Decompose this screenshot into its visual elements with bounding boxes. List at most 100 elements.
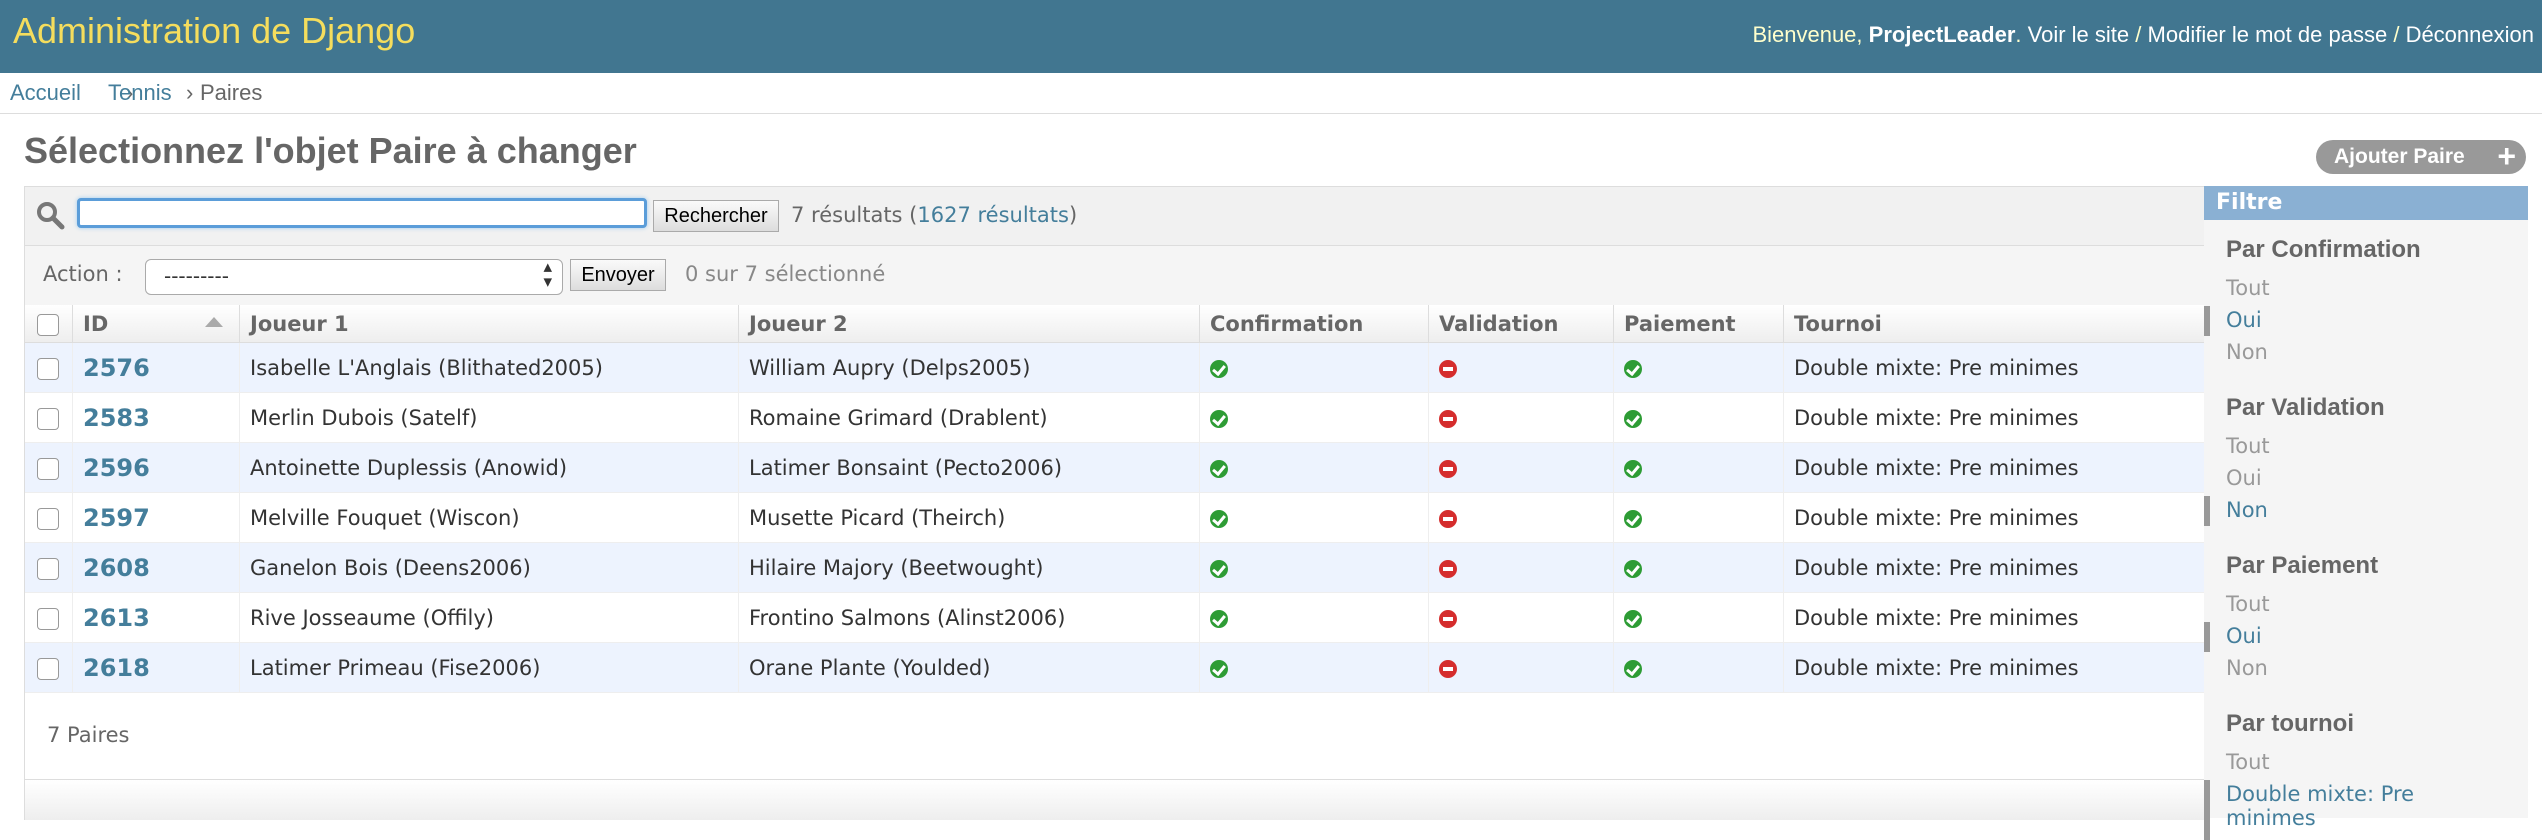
check-circle-icon <box>1210 409 1228 428</box>
validation-cell <box>1428 592 1614 643</box>
add-paire-button[interactable]: Ajouter Paire + <box>2316 138 2526 174</box>
row-checkbox[interactable] <box>37 357 59 380</box>
filter-option[interactable]: Tout <box>2226 750 2270 774</box>
id-cell: 2597 <box>72 492 240 543</box>
view-site-link[interactable]: Voir le site <box>2028 22 2130 47</box>
filter-selected-marker <box>2204 622 2210 652</box>
search-input[interactable] <box>77 198 647 228</box>
action-counter: 0 sur 7 sélectionné <box>685 262 886 286</box>
row-select-cell <box>25 492 73 543</box>
row-id-link[interactable]: 2613 <box>83 604 150 632</box>
site-name[interactable]: Administration de Django <box>13 10 415 52</box>
tournoi-cell: Double mixte: Pre minimes <box>1783 642 2205 693</box>
check-circle-icon <box>1624 509 1642 528</box>
filter-option[interactable]: Oui <box>2226 624 2262 648</box>
filter-option[interactable]: Oui <box>2226 466 2262 490</box>
breadcrumb-app[interactable]: Tennis <box>108 80 172 106</box>
action-select[interactable]: --------- ▴ ▾ <box>145 259 563 295</box>
add-button-label: Ajouter Paire <box>2334 145 2465 168</box>
action-go-button[interactable]: Envoyer <box>570 259 666 291</box>
breadcrumb-home[interactable]: Accueil <box>10 80 81 106</box>
table-row: 2618 Latimer Primeau (Fise2006) Orane Plan… <box>25 642 2205 693</box>
column-header-paiement[interactable]: Paiement <box>1613 305 1784 343</box>
row-select-cell <box>25 342 73 393</box>
check-circle-icon <box>1624 459 1642 478</box>
paginator: 7 Paires <box>47 723 130 747</box>
filter-title: Filtre <box>2204 186 2528 220</box>
joueur2-cell: Hilaire Majory (Beetwought) <box>738 542 1200 593</box>
filter-option[interactable]: Oui <box>2226 308 2262 332</box>
tournoi-cell: Double mixte: Pre minimes <box>1783 542 2205 593</box>
minus-circle-icon <box>1439 559 1457 578</box>
plus-icon: + <box>2497 138 2516 174</box>
filter-option[interactable]: Non <box>2226 656 2268 680</box>
sort-ascending-icon[interactable] <box>205 317 223 327</box>
filter-option[interactable]: Double mixte: Pre minimes <box>2226 782 2456 830</box>
id-cell: 2608 <box>72 542 240 593</box>
table-row: 2608 Ganelon Bois (Deens2006) Hilaire Majo… <box>25 542 2205 593</box>
check-circle-icon <box>1624 359 1642 378</box>
row-select-cell <box>25 642 73 693</box>
column-header-confirmation[interactable]: Confirmation <box>1199 305 1429 343</box>
result-table: ID Joueur 1 Joueur 2 Confirmation Valida… <box>25 305 2205 693</box>
filter-option[interactable]: Non <box>2226 340 2268 364</box>
select-all-checkbox[interactable] <box>37 313 59 336</box>
paiement-cell <box>1613 542 1784 593</box>
check-circle-icon <box>1624 409 1642 428</box>
minus-circle-icon <box>1439 509 1457 528</box>
minus-circle-icon <box>1439 659 1457 678</box>
confirmation-cell <box>1199 492 1429 543</box>
table-header-row: ID Joueur 1 Joueur 2 Confirmation Valida… <box>25 305 2205 343</box>
check-circle-icon <box>1210 509 1228 528</box>
check-circle-icon <box>1624 609 1642 628</box>
joueur2-cell: Musette Picard (Theirch) <box>738 492 1200 543</box>
row-checkbox[interactable] <box>37 407 59 430</box>
row-select-cell <box>25 542 73 593</box>
action-select-value: --------- <box>164 264 229 288</box>
row-checkbox[interactable] <box>37 557 59 580</box>
logout-link[interactable]: Déconnexion <box>2406 22 2534 47</box>
actions-bar: Action : --------- ▴ ▾ Envoyer 0 sur 7 sé… <box>25 246 2205 306</box>
row-id-link[interactable]: 2576 <box>83 354 150 382</box>
breadcrumb-current: Paires <box>200 80 263 105</box>
paiement-cell <box>1613 442 1784 493</box>
row-checkbox[interactable] <box>37 457 59 480</box>
joueur1-cell: Isabelle L'Anglais (Blithated2005) <box>239 342 739 393</box>
check-circle-icon <box>1624 559 1642 578</box>
show-all-link[interactable]: 1627 résultats <box>917 203 1069 227</box>
row-checkbox[interactable] <box>37 657 59 680</box>
column-header-joueur2[interactable]: Joueur 2 <box>738 305 1200 343</box>
search-button[interactable]: Rechercher <box>653 200 779 232</box>
column-header-joueur1[interactable]: Joueur 1 <box>239 305 739 343</box>
filter-option[interactable]: Tout <box>2226 276 2270 300</box>
row-id-link[interactable]: 2608 <box>83 554 150 582</box>
row-id-link[interactable]: 2618 <box>83 654 150 682</box>
filter-group-title: Par Validation <box>2226 394 2385 421</box>
change-password-link[interactable]: Modifier le mot de passe <box>2148 22 2388 47</box>
filter-option[interactable]: Tout <box>2226 434 2270 458</box>
id-cell: 2596 <box>72 442 240 493</box>
row-checkbox[interactable] <box>37 507 59 530</box>
column-header-tournoi[interactable]: Tournoi <box>1783 305 2205 343</box>
table-row: 2597 Melville Fouquet (Wiscon) Musette Pic… <box>25 492 2205 543</box>
tournoi-cell: Double mixte: Pre minimes <box>1783 442 2205 493</box>
row-select-cell <box>25 592 73 643</box>
tournoi-cell: Double mixte: Pre minimes <box>1783 492 2205 543</box>
row-checkbox[interactable] <box>37 607 59 630</box>
filter-group-title: Par Paiement <box>2226 552 2379 579</box>
validation-cell <box>1428 642 1614 693</box>
id-cell: 2576 <box>72 342 240 393</box>
check-circle-icon <box>1210 659 1228 678</box>
row-id-link[interactable]: 2596 <box>83 454 150 482</box>
column-header-id[interactable]: ID <box>72 305 240 343</box>
minus-circle-icon <box>1439 409 1457 428</box>
confirmation-cell <box>1199 392 1429 443</box>
joueur2-cell: Latimer Bonsaint (Pecto2006) <box>738 442 1200 493</box>
row-id-link[interactable]: 2597 <box>83 504 150 532</box>
filter-option[interactable]: Tout <box>2226 592 2270 616</box>
column-header-validation[interactable]: Validation <box>1428 305 1614 343</box>
row-id-link[interactable]: 2583 <box>83 404 150 432</box>
filter-option[interactable]: Non <box>2226 498 2268 522</box>
breadcrumb-separator: › <box>186 80 194 105</box>
joueur2-cell: Romaine Grimard (Drablent) <box>738 392 1200 443</box>
